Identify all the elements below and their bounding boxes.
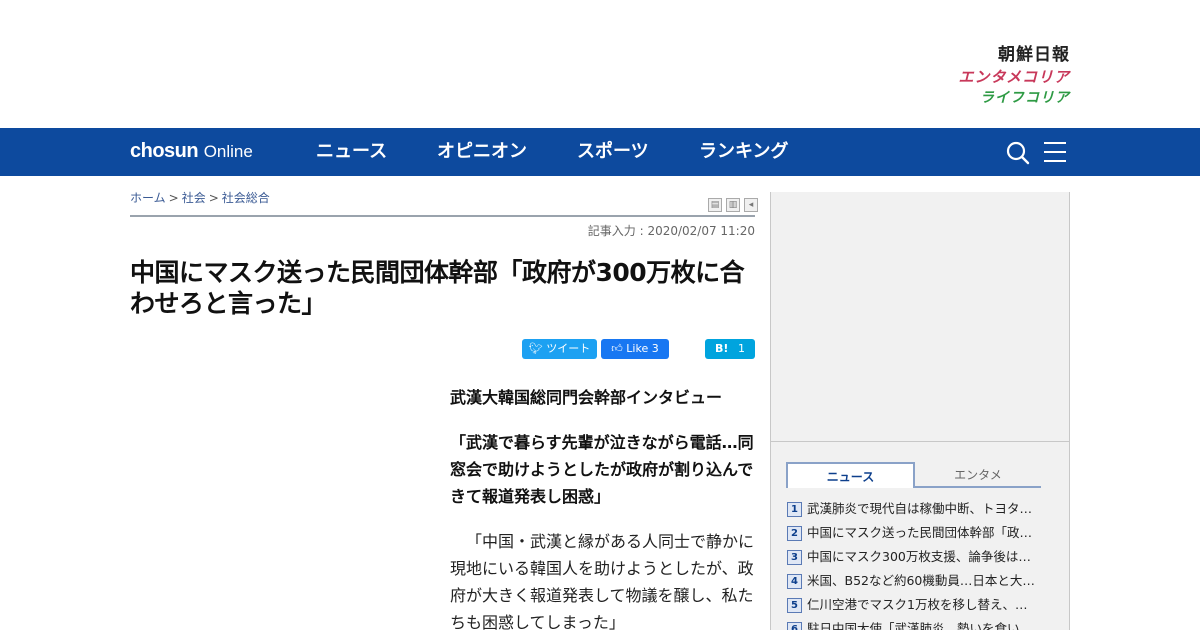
nav-item-opinion[interactable]: オピニオン: [437, 128, 527, 176]
search-icon[interactable]: [1006, 141, 1030, 165]
tab-entame[interactable]: エンタメ: [915, 462, 1041, 488]
article-date: 記事入力 : 2020/02/07 11:20: [587, 224, 755, 238]
back-arrow-icon[interactable]: ◂: [744, 198, 758, 212]
brand-header: 朝鮮日報 エンタメコリア ライフコリア: [0, 0, 1200, 128]
tweet-button[interactable]: 🐦︎ ツイート: [522, 339, 597, 359]
tab-news[interactable]: ニュース: [786, 462, 915, 488]
breadcrumb-society[interactable]: 社会: [182, 191, 206, 205]
header-divider: [130, 215, 755, 217]
ranking-title: 駐日中国大使「武漢肺炎、勢いを食い…: [807, 621, 1033, 630]
ranking-title: 米国、B52など約60機動員…日本と大…: [807, 573, 1035, 588]
ranking-list: 1 武漢肺炎で現代自は稼働中断、トヨタ… 2 中国にマスク送った民間団体幹部「政… …: [787, 497, 1047, 630]
ranking-item[interactable]: 6 駐日中国大使「武漢肺炎、勢いを食い…: [787, 617, 1047, 630]
rank-number: 6: [787, 621, 802, 630]
ranking-title: 仁川空港でマスク1万枚を移し替え、…: [807, 597, 1028, 612]
like-label: Like 3: [626, 342, 659, 355]
ranking-item[interactable]: 3 中国にマスク300万枚支援、論争後は…: [787, 545, 1047, 569]
thumbs-up-icon: 👍︎: [611, 342, 623, 355]
main-navbar: chosun Online ニュース オピニオン スポーツ ランキング: [0, 128, 1200, 176]
article-headline: 中国にマスク送った民間団体幹部「政府が300万枚に合わせろと言った」: [130, 258, 745, 318]
article-tools: ▤ ▥ ◂: [704, 192, 758, 212]
article-subhead-2: 「武漢で暮らす先輩が泣きながら電話…同窓会で助けようとしたが政府が割り込んできて…: [450, 433, 754, 506]
ranking-item[interactable]: 4 米国、B52など約60機動員…日本と大…: [787, 569, 1047, 593]
chosun-online-logo[interactable]: chosun Online: [130, 139, 253, 164]
breadcrumb-separator: >: [168, 191, 179, 205]
ranking-item[interactable]: 2 中国にマスク送った民間団体幹部「政…: [787, 521, 1047, 545]
entame-korea-logo[interactable]: エンタメコリア: [958, 66, 1070, 88]
breadcrumb-home[interactable]: ホーム: [130, 191, 166, 205]
rank-number: 4: [787, 573, 802, 589]
sidebar: ニュース エンタメ 1 武漢肺炎で現代自は稼働中断、トヨタ… 2 中国にマスク送った…: [770, 192, 1070, 630]
hatena-count: 1: [737, 342, 745, 355]
logo-light-text: Online: [203, 142, 253, 161]
chosun-ilbo-logo[interactable]: 朝鮮日報: [958, 44, 1070, 66]
nav-item-news[interactable]: ニュース: [316, 128, 387, 176]
rank-number: 2: [787, 525, 802, 541]
article-lede: 「中国・武漢と縁がある人同士で静かに現地にいる韓国人を助けようとしたが、政府が大…: [450, 532, 755, 630]
ranking-title: 中国にマスク送った民間団体幹部「政…: [807, 525, 1033, 540]
article-subhead-1: 武漢大韓国総同門会幹部インタビュー: [450, 388, 723, 407]
print-icon[interactable]: ▤: [708, 198, 722, 212]
twitter-bird-icon: 🐦︎: [528, 342, 543, 355]
ad-slot: [771, 192, 1069, 442]
ranking-item[interactable]: 1 武漢肺炎で現代自は稼働中断、トヨタ…: [787, 497, 1047, 521]
text-size-icon[interactable]: ▥: [726, 198, 740, 212]
ranking-item[interactable]: 5 仁川空港でマスク1万枚を移し替え、…: [787, 593, 1047, 617]
brand-logos: 朝鮮日報 エンタメコリア ライフコリア: [958, 44, 1070, 108]
rank-number: 3: [787, 549, 802, 565]
breadcrumb: ホーム > 社会 > 社会総合: [130, 190, 270, 206]
facebook-like-button[interactable]: 👍︎ Like 3: [601, 339, 669, 359]
life-korea-logo[interactable]: ライフコリア: [958, 88, 1070, 108]
breadcrumb-society-general[interactable]: 社会総合: [222, 191, 270, 205]
ranking-title: 中国にマスク300万枚支援、論争後は…: [807, 549, 1031, 564]
logo-bold-text: chosun: [130, 140, 199, 162]
hamburger-menu-icon[interactable]: [1044, 142, 1066, 162]
tweet-label: ツイート: [546, 342, 591, 355]
rank-number: 5: [787, 597, 802, 613]
hatena-bookmark-button[interactable]: B! 1: [705, 339, 755, 359]
hatena-b-icon: B!: [715, 342, 729, 355]
rank-number: 1: [787, 501, 802, 517]
nav-item-ranking[interactable]: ランキング: [699, 128, 788, 176]
ranking-title: 武漢肺炎で現代自は稼働中断、トヨタ…: [807, 501, 1033, 516]
nav-item-sports[interactable]: スポーツ: [577, 128, 649, 176]
breadcrumb-separator: >: [208, 191, 219, 205]
